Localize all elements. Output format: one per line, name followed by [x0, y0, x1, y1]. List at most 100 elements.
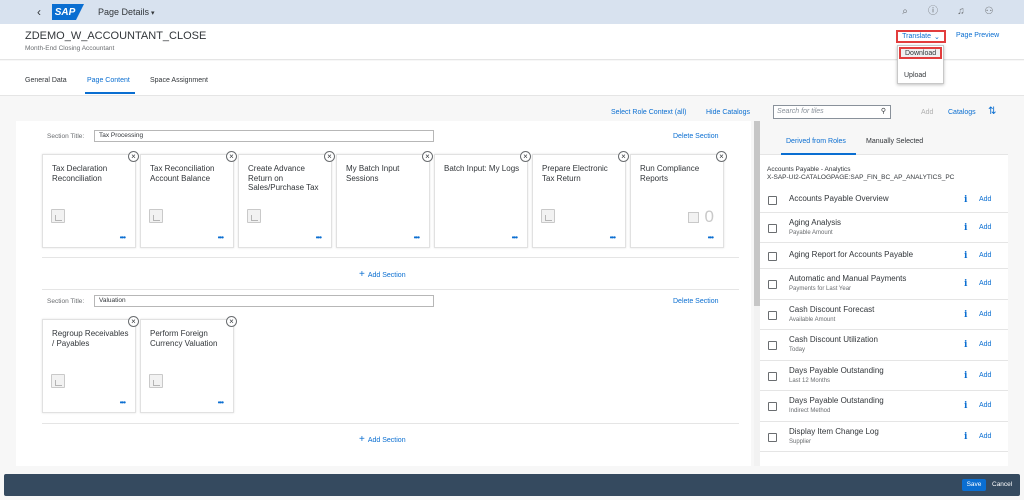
add-button-disabled: Add [921, 109, 934, 116]
select-checkbox[interactable] [768, 341, 777, 350]
info-icon[interactable]: i [964, 310, 967, 320]
save-button[interactable]: Save [962, 479, 986, 491]
info-icon[interactable]: i [964, 401, 967, 411]
sap-logo[interactable]: SAP [52, 4, 84, 20]
search-icon[interactable]: ⚲ [881, 106, 886, 118]
list-item[interactable]: Accounts Payable Overview i Add [760, 187, 1008, 213]
close-icon[interactable]: × [716, 151, 727, 162]
help-icon[interactable]: ⓘ [926, 4, 940, 20]
tab-space-assignment[interactable]: Space Assignment [150, 77, 208, 84]
more-icon[interactable]: ••• [218, 233, 224, 242]
select-checkbox[interactable] [768, 311, 777, 320]
add-section-button[interactable]: + Add Section [359, 269, 406, 280]
tab-manually-selected[interactable]: Manually Selected [866, 138, 923, 145]
more-icon[interactable]: ••• [512, 233, 518, 242]
select-checkbox[interactable] [768, 372, 777, 381]
tile[interactable]: Tax Declaration Reconciliation ••• × [42, 151, 139, 248]
add-app-button[interactable]: Add [979, 402, 991, 409]
info-icon[interactable]: i [964, 195, 967, 205]
select-checkbox[interactable] [768, 280, 777, 289]
more-icon[interactable]: ••• [316, 233, 322, 242]
select-checkbox[interactable] [768, 252, 777, 261]
tab-general-data[interactable]: General Data [25, 77, 67, 84]
tile-title: Prepare Electronic Tax Return [542, 164, 608, 183]
select-checkbox[interactable] [768, 224, 777, 233]
add-app-button[interactable]: Add [979, 433, 991, 440]
close-icon[interactable]: × [618, 151, 629, 162]
add-app-button[interactable]: Add [979, 372, 991, 379]
add-app-button[interactable]: Add [979, 341, 991, 348]
add-app-button[interactable]: Add [979, 252, 991, 259]
close-icon[interactable]: × [324, 151, 335, 162]
back-chevron-left-icon[interactable]: ‹ [28, 5, 50, 19]
tile[interactable]: My Batch Input Sessions ••• × [336, 151, 433, 248]
menu-item-download[interactable]: Download [899, 47, 942, 59]
list-item[interactable]: Days Payable Outstanding Indirect Method… [760, 391, 1008, 422]
close-icon[interactable]: × [226, 151, 237, 162]
list-item[interactable]: Aging Report for Accounts Payable i Add [760, 243, 1008, 269]
add-app-button[interactable]: Add [979, 280, 991, 287]
tile[interactable]: Batch Input: My Logs ••• × [434, 151, 531, 248]
select-role-context-button[interactable]: Select Role Context (all) [611, 109, 686, 116]
info-icon[interactable]: i [964, 340, 967, 350]
tile-title: My Batch Input Sessions [346, 164, 400, 183]
close-icon[interactable]: × [520, 151, 531, 162]
section-divider [42, 289, 739, 290]
hide-catalogs-button[interactable]: Hide Catalogs [706, 109, 750, 116]
tile[interactable]: Perform Foreign Currency Valuation ••• × [140, 316, 237, 413]
more-icon[interactable]: ••• [610, 233, 616, 242]
list-item[interactable]: Cash Discount Forecast Available Amount … [760, 300, 1008, 330]
shell-title[interactable]: Page Details ▾ [98, 7, 155, 17]
list-item[interactable]: Aging Analysis Payable Amount i Add [760, 213, 1008, 243]
menu-item-upload[interactable]: Upload [898, 67, 943, 83]
more-icon[interactable]: ••• [218, 398, 224, 407]
select-checkbox[interactable] [768, 196, 777, 205]
select-checkbox[interactable] [768, 402, 777, 411]
footer-toolbar: Save Cancel [4, 474, 1020, 496]
sort-icon[interactable]: ⇅ [988, 106, 996, 117]
tab-derived-from-roles[interactable]: Derived from Roles [786, 138, 846, 145]
user-icon[interactable]: ⚇ [982, 4, 996, 20]
delete-section-button[interactable]: Delete Section [673, 298, 719, 305]
more-icon[interactable]: ••• [120, 233, 126, 242]
close-icon[interactable]: × [422, 151, 433, 162]
tile[interactable]: Regroup Receivables / Payables ••• × [42, 316, 139, 413]
info-icon[interactable]: i [964, 279, 967, 289]
section-title-input[interactable]: Tax Processing [94, 130, 434, 142]
more-icon[interactable]: ••• [708, 233, 714, 242]
add-section-button[interactable]: + Add Section [359, 434, 406, 445]
select-checkbox[interactable] [768, 433, 777, 442]
list-item[interactable]: Display Item Change Log Supplier i Add [760, 422, 1008, 452]
search-icon[interactable]: ⌕ [898, 4, 912, 20]
more-icon[interactable]: ••• [414, 233, 420, 242]
info-icon[interactable]: i [964, 223, 967, 233]
section-title-input[interactable]: Valuation [94, 295, 434, 307]
page-preview-button[interactable]: Page Preview [956, 32, 999, 39]
tab-selected-indicator [85, 92, 135, 94]
delete-section-button[interactable]: Delete Section [673, 133, 719, 140]
info-icon[interactable]: i [964, 371, 967, 381]
more-icon[interactable]: ••• [120, 398, 126, 407]
app-title: Accounts Payable Overview [789, 194, 889, 203]
add-app-button[interactable]: Add [979, 224, 991, 231]
cancel-button[interactable]: Cancel [992, 479, 1012, 491]
tile-search-input[interactable]: Search for tiles ⚲ [773, 105, 891, 119]
close-icon[interactable]: × [128, 316, 139, 327]
list-item[interactable]: Automatic and Manual Payments Payments f… [760, 269, 1008, 300]
tab-page-content[interactable]: Page Content [87, 77, 130, 84]
tile[interactable]: Create Advance Return on Sales/Purchase … [238, 151, 335, 248]
close-icon[interactable]: × [226, 316, 237, 327]
list-item[interactable]: Cash Discount Utilization Today i Add [760, 330, 1008, 361]
list-item[interactable]: Days Payable Outstanding Last 12 Months … [760, 361, 1008, 391]
info-icon[interactable]: i [964, 251, 967, 261]
info-icon[interactable]: i [964, 432, 967, 442]
bell-icon[interactable]: ♫ [954, 4, 968, 20]
translate-button[interactable]: Translate ⌄ [896, 30, 946, 43]
tile[interactable]: Prepare Electronic Tax Return ••• × [532, 151, 629, 248]
close-icon[interactable]: × [128, 151, 139, 162]
catalogs-button[interactable]: Catalogs [948, 109, 976, 116]
add-app-button[interactable]: Add [979, 311, 991, 318]
tile[interactable]: Tax Reconciliation Account Balance ••• × [140, 151, 237, 248]
add-app-button[interactable]: Add [979, 196, 991, 203]
tile[interactable]: Run Compliance Reports 0 ••• × [630, 151, 727, 248]
